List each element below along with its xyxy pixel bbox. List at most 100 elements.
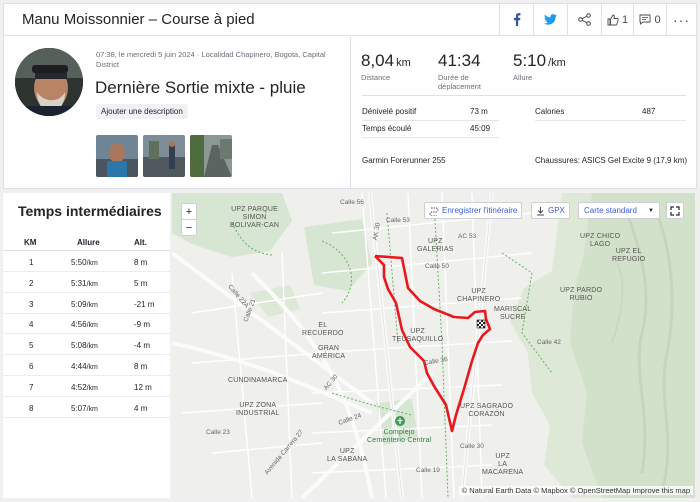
- split-pace-unit: /km: [86, 301, 98, 309]
- activity-summary: 07:38, le mercredi 5 juin 2024 · Localid…: [4, 37, 351, 189]
- splits-panel: Temps intermédiaires KM Allure Alt. 1 5:5…: [3, 193, 170, 498]
- elevation-value: 73 m: [470, 107, 488, 116]
- split-pace-unit: /km: [86, 280, 98, 288]
- distance-unit: km: [396, 57, 411, 69]
- split-alt: 12 m: [134, 382, 152, 392]
- row-divider: [362, 120, 499, 121]
- split-pace-unit: /km: [86, 322, 98, 330]
- split-pace-unit: /km: [86, 364, 98, 371]
- finish-flag-icon: [476, 319, 486, 329]
- map-label: UPZ ZONA INDUSTRIAL: [236, 402, 280, 417]
- fullscreen-button[interactable]: [666, 202, 684, 219]
- col-alt: Alt.: [134, 238, 147, 247]
- split-row: 5 5:08/km -4 m: [3, 335, 170, 356]
- kudos-button[interactable]: 1: [601, 4, 633, 35]
- split-row: 2 5:31/km 5 m: [3, 273, 170, 293]
- map-label: UPZ PARQUE SIMON BOLIVAR-CAN: [230, 206, 280, 229]
- split-pace: 5:50/km: [71, 258, 98, 267]
- col-pace: Allure: [77, 238, 100, 247]
- device-name: Garmin Forerunner 255: [362, 156, 446, 165]
- more-options-button[interactable]: ···: [666, 4, 696, 35]
- distance-value: 8,04: [361, 51, 395, 70]
- fullscreen-icon: [670, 205, 680, 216]
- route-map[interactable]: UPZ PARQUE SIMON BOLIVAR-CAN UPZ GALERIAS U…: [172, 193, 695, 498]
- split-pace-value: 5:09: [71, 299, 87, 309]
- zoom-controls: + −: [181, 203, 197, 236]
- split-pace: 4:56/km: [71, 320, 98, 329]
- pace-label: Allure: [513, 73, 533, 82]
- split-km: 6: [29, 362, 34, 371]
- add-description-button[interactable]: Ajouter une description: [96, 104, 188, 119]
- split-km: 2: [29, 278, 34, 288]
- comments-button[interactable]: 0: [633, 4, 666, 35]
- save-route-label: Enregistrer l'itinéraire: [442, 206, 518, 215]
- activity-meta: 07:38, le mercredi 5 juin 2024 · Localid…: [96, 50, 326, 69]
- map-attribution: © Natural Earth Data © Mapbox © OpenStre…: [458, 486, 693, 495]
- split-pace-value: 4:52: [71, 382, 87, 392]
- athlete-avatar[interactable]: [15, 48, 83, 116]
- split-pace-unit: /km: [86, 260, 98, 267]
- split-pace: 5:31/km: [71, 279, 98, 288]
- activity-photo[interactable]: [143, 135, 185, 177]
- activity-photo[interactable]: [96, 135, 138, 177]
- street-label: Calle 19: [416, 467, 440, 474]
- facebook-share-button[interactable]: [499, 4, 533, 35]
- street-label: Calle 56: [340, 199, 364, 206]
- duration-label: Durée de déplacement: [438, 73, 481, 91]
- avatar-photo: [15, 48, 83, 116]
- split-alt: 4 m: [134, 403, 148, 413]
- col-km: KM: [24, 238, 37, 247]
- map-label: UPZ GALERIAS: [417, 238, 454, 253]
- street-label: Calle 23: [206, 429, 230, 436]
- thumbs-up-icon: [607, 14, 619, 25]
- split-pace-value: 4:44: [71, 362, 87, 371]
- facebook-icon: [513, 13, 520, 26]
- split-alt: -21 m: [134, 299, 155, 309]
- split-pace: 5:08/km: [71, 341, 98, 350]
- split-km: 1: [29, 258, 34, 267]
- elapsed-value: 45:09: [470, 124, 491, 133]
- gpx-export-button[interactable]: GPX: [531, 202, 570, 219]
- split-row: 7 4:52/km 12 m: [3, 377, 170, 397]
- split-km: 3: [29, 299, 34, 309]
- kudos-count: 1: [621, 13, 629, 26]
- split-row: 8 5:07/km 4 m: [3, 398, 170, 418]
- street-label: Calle 30: [460, 443, 484, 450]
- header-actions: 1 0 ···: [499, 4, 696, 35]
- pace-value: 5:10: [513, 51, 547, 70]
- split-pace: 4:52/km: [71, 383, 98, 392]
- split-pace: 5:09/km: [71, 300, 98, 309]
- zoom-out-button[interactable]: −: [182, 220, 196, 236]
- split-km: 5: [29, 341, 34, 351]
- activity-stats: 8,04 km Distance 41:34 Durée de déplaceme…: [352, 37, 696, 189]
- map-label: UPZ CHICO LAGO: [580, 233, 621, 248]
- split-pace-value: 5:07: [71, 403, 87, 413]
- stats-divider: [362, 95, 686, 96]
- split-pace-value: 5:50: [71, 258, 87, 267]
- route-icon: [429, 207, 439, 216]
- save-route-button[interactable]: Enregistrer l'itinéraire: [424, 202, 523, 219]
- split-pace: 4:44/km: [71, 362, 98, 371]
- calories-value: 487: [642, 107, 656, 116]
- split-row: 4 4:56/km -9 m: [3, 314, 170, 335]
- elevation-label: Dénivelé positif: [362, 107, 417, 116]
- split-km: 4: [29, 320, 34, 330]
- split-alt: -9 m: [134, 320, 150, 330]
- twitter-icon: [544, 14, 557, 25]
- map-style-select[interactable]: Carte standard ▼: [578, 202, 660, 219]
- activity-photo[interactable]: [190, 135, 232, 177]
- twitter-share-button[interactable]: [533, 4, 567, 35]
- distance-label: Distance: [361, 73, 391, 82]
- map-label: GRAN AMÉRICA: [312, 345, 346, 360]
- gpx-label: GPX: [548, 206, 565, 215]
- split-alt: 8 m: [134, 362, 148, 371]
- map-label: UPZ TEUSAQUILLO: [392, 328, 444, 343]
- map-label: UPZ CHAPINERO: [457, 288, 501, 303]
- zoom-in-button[interactable]: +: [182, 204, 196, 220]
- split-alt: -4 m: [134, 341, 150, 351]
- map-label: EL RECUERDO: [302, 322, 344, 337]
- stat-moving-time: 41:34 Durée de déplacement: [438, 51, 508, 91]
- shoes-info[interactable]: Chaussures: ASICS Gel Excite 9 (17,9 km): [535, 156, 687, 165]
- map-label: UPZ PARDO RUBIO: [560, 287, 603, 302]
- share-button[interactable]: [567, 4, 601, 35]
